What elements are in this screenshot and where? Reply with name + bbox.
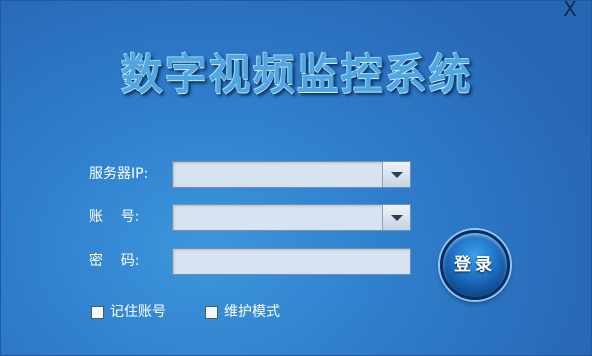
chevron-down-icon[interactable] bbox=[382, 162, 410, 187]
password-input[interactable] bbox=[173, 249, 410, 274]
remember-account-label[interactable]: 记住账号 bbox=[110, 303, 166, 321]
server-ip-input[interactable] bbox=[173, 162, 410, 187]
account-dropdown[interactable] bbox=[172, 204, 411, 231]
login-window: X 数字视频监控系统 服务器IP: 账 号: 密 码: 登录 记住账号 维护模式 bbox=[0, 0, 592, 356]
maintenance-mode-label[interactable]: 维护模式 bbox=[224, 303, 280, 321]
chevron-down-icon[interactable] bbox=[382, 205, 410, 230]
app-title: 数字视频监控系统 bbox=[120, 50, 473, 99]
account-label: 账 号: bbox=[89, 209, 140, 225]
login-button[interactable]: 登录 bbox=[440, 230, 510, 300]
maintenance-mode-checkbox[interactable] bbox=[205, 306, 218, 319]
password-field[interactable] bbox=[172, 248, 411, 275]
remember-account-checkbox[interactable] bbox=[91, 306, 104, 319]
account-input[interactable] bbox=[173, 205, 410, 230]
server-ip-label: 服务器IP: bbox=[89, 166, 149, 182]
server-ip-dropdown[interactable] bbox=[172, 161, 411, 188]
password-label: 密 码: bbox=[89, 253, 140, 269]
close-icon[interactable]: X bbox=[561, 0, 579, 19]
